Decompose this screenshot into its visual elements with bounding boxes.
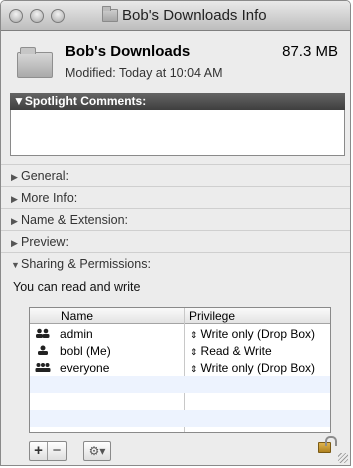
disclosure-triangle-icon: ▼ [11, 260, 20, 270]
disclosure-triangle-icon: ▶ [11, 216, 18, 226]
column-name[interactable]: Name [61, 309, 93, 323]
close-button[interactable] [9, 9, 23, 23]
action-menu-button[interactable]: ⚙▾ [83, 441, 111, 461]
section-label: General: [21, 169, 69, 183]
zoom-button[interactable] [51, 9, 65, 23]
privilege-value: Write only (Drop Box) [200, 361, 316, 375]
section-preview[interactable]: ▶ Preview: [1, 230, 350, 252]
folder-icon [102, 6, 118, 22]
section-label: Preview: [21, 235, 69, 249]
privilege-popup[interactable]: ⇕ Write only (Drop Box) [190, 361, 315, 375]
disclosure-triangle-icon: ▶ [11, 172, 18, 182]
remove-button[interactable]: − [48, 442, 66, 460]
table-row[interactable]: admin ⇕ Write only (Drop Box) [30, 325, 330, 342]
column-privilege[interactable]: Privilege [189, 309, 235, 323]
privilege-value: Write only (Drop Box) [200, 327, 316, 341]
popup-arrows-icon: ⇕ [190, 330, 198, 340]
info-window: Bob's Downloads Info Bob's Downloads 87.… [0, 0, 351, 466]
user-icon [38, 345, 48, 355]
user-name: bobl (Me) [60, 344, 111, 358]
table-row[interactable]: bobl (Me) ⇕ Read & Write [30, 342, 330, 359]
minimize-button[interactable] [30, 9, 44, 23]
disclosure-triangle-icon: ▶ [11, 194, 18, 204]
permissions-table[interactable]: Name Privilege admin ⇕ Write only (Drop B… [29, 307, 331, 433]
group-icon [36, 328, 50, 338]
resize-grip[interactable] [338, 453, 348, 463]
table-row[interactable]: everyone ⇕ Write only (Drop Box) [30, 359, 330, 376]
user-name: everyone [60, 361, 110, 375]
modified-date: Modified: Today at 10:04 AM [65, 66, 223, 80]
privilege-popup[interactable]: ⇕ Read & Write [190, 344, 272, 358]
item-name: Bob's Downloads [65, 43, 191, 60]
add-button[interactable]: + [30, 442, 48, 460]
disclosure-triangle-icon: ▶ [11, 238, 18, 248]
title-bar[interactable]: Bob's Downloads Info [1, 1, 350, 31]
section-label: Sharing & Permissions: [21, 257, 151, 271]
section-name-extension[interactable]: ▶ Name & Extension: [1, 208, 350, 230]
spotlight-comments-field[interactable] [10, 110, 345, 156]
popup-arrows-icon: ⇕ [190, 364, 198, 374]
disclosure-triangle-icon: ▼ [13, 94, 25, 108]
section-more-info[interactable]: ▶ More Info: [1, 186, 350, 208]
large-folder-icon [17, 47, 53, 78]
section-label: Name & Extension: [21, 213, 128, 227]
privilege-popup[interactable]: ⇕ Write only (Drop Box) [190, 327, 315, 341]
window-title: Bob's Downloads Info [122, 7, 267, 24]
section-label: More Info: [21, 191, 78, 205]
spotlight-comments-label: Spotlight Comments: [24, 94, 147, 108]
lock-icon[interactable] [318, 436, 337, 453]
section-general[interactable]: ▶ General: [1, 164, 350, 186]
popup-arrows-icon: ⇕ [190, 347, 198, 357]
table-row-empty [30, 410, 330, 427]
permission-status: You can read and write [13, 280, 141, 294]
section-sharing-permissions[interactable]: ▼Sharing & Permissions: [1, 252, 350, 274]
user-name: admin [60, 327, 93, 341]
spotlight-comments-header[interactable]: ▼Spotlight Comments: [10, 93, 345, 110]
table-row-empty [30, 376, 330, 393]
item-size: 87.3 MB [282, 43, 338, 60]
privilege-value: Read & Write [200, 344, 272, 358]
table-header: Name Privilege [30, 308, 330, 324]
add-remove-buttons: + − [29, 441, 67, 461]
everyone-icon [35, 363, 51, 372]
